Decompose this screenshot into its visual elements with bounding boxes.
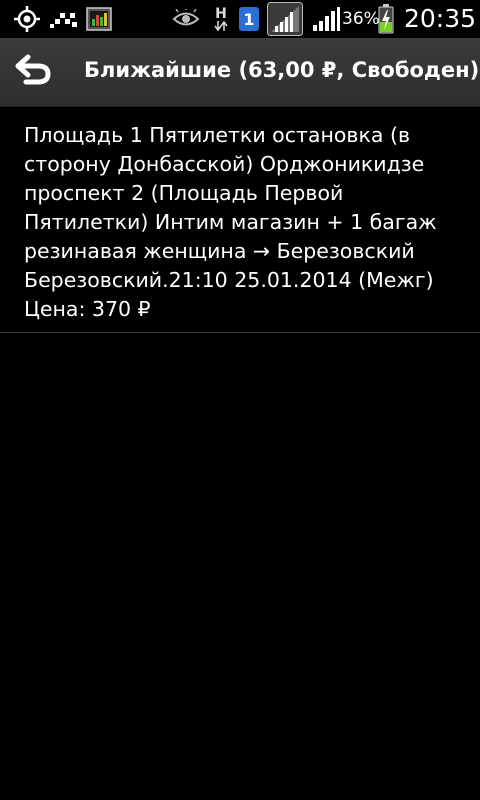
network-h-icon: H <box>212 6 230 32</box>
notification-count: 1 <box>239 7 259 31</box>
battery-charging-icon <box>378 4 394 34</box>
list-item[interactable]: Площадь 1 Пятилетки остановка (в сторону… <box>0 106 480 332</box>
wifi-signal-icon <box>266 2 304 36</box>
back-button[interactable] <box>10 50 58 94</box>
order-description: Площадь 1 Пятилетки остановка (в сторону… <box>24 123 437 292</box>
back-arrow-icon <box>14 53 54 91</box>
taxi-checker-icon <box>50 6 78 32</box>
network-type-label: H <box>215 6 227 22</box>
status-bar: H 1 36% 20:35 <box>0 0 480 38</box>
cell-signal-icon <box>312 6 340 32</box>
gps-icon <box>12 6 42 32</box>
order-price: Цена: 370 ₽ <box>24 297 151 321</box>
page-title: Ближайшие (63,00 ₽, Свободен) <box>84 58 480 82</box>
app-chart-icon <box>86 6 112 32</box>
battery-percent: 36% <box>342 9 380 29</box>
list-divider <box>0 332 480 333</box>
clock: 20:35 <box>404 4 477 33</box>
eye-icon <box>172 6 200 32</box>
action-bar: Ближайшие (63,00 ₽, Свободен) <box>0 38 480 107</box>
notification-badge-icon: 1 <box>238 6 260 32</box>
